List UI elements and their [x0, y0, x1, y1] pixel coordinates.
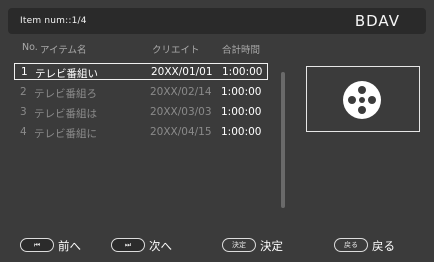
item-title: テレビ番組は — [34, 108, 97, 120]
item-count: Item num::1/4 — [20, 16, 87, 26]
list-item[interactable]: 4 テレビ番組に 20XX/04/15 1:00:00 — [14, 124, 268, 141]
back-key-icon: 戻る — [334, 238, 368, 252]
item-date: 20XX/01/01 — [151, 66, 213, 78]
item-date: 20XX/02/14 — [150, 86, 212, 98]
next-label: 次へ — [149, 239, 172, 253]
header-bar: Item num::1/4 BDAV — [8, 8, 426, 34]
screen: Item num::1/4 BDAV No. アイテム名 クリエイト 合計時間 … — [0, 0, 434, 262]
item-number: 3 — [20, 106, 27, 118]
mode-label: BDAV — [354, 12, 400, 30]
column-header-no: No. — [22, 42, 38, 53]
list-item[interactable]: 1 テレビ番組い 20XX/01/01 1:00:00 — [14, 63, 268, 80]
next-control[interactable]: ⏭ 次へ — [111, 237, 191, 253]
item-date: 20XX/03/03 — [150, 106, 212, 118]
column-header-duration: 合計時間 — [222, 45, 261, 56]
enter-label: 決定 — [260, 239, 283, 253]
item-duration: 1:00:00 — [221, 126, 262, 138]
film-reel-icon — [343, 81, 381, 119]
item-title: テレビ番組ろ — [34, 88, 97, 100]
column-header-created: クリエイト — [152, 45, 200, 56]
item-number: 1 — [21, 66, 28, 78]
scrollbar[interactable] — [281, 72, 285, 208]
skip-forward-key-icon: ⏭ — [111, 238, 145, 252]
item-number: 2 — [20, 86, 27, 98]
prev-control[interactable]: ⏮ 前へ — [20, 237, 100, 253]
item-duration: 1:00:00 — [221, 106, 262, 118]
item-title: テレビ番組に — [34, 128, 97, 140]
preview-thumbnail — [306, 66, 420, 132]
item-title: テレビ番組い — [35, 68, 98, 80]
prev-label: 前へ — [58, 239, 81, 253]
column-header-title: アイテム名 — [40, 45, 87, 56]
item-number: 4 — [20, 126, 27, 138]
list-item[interactable]: 2 テレビ番組ろ 20XX/02/14 1:00:00 — [14, 84, 268, 101]
back-control[interactable]: 戻る 戻る — [334, 237, 414, 253]
item-duration: 1:00:00 — [222, 66, 263, 78]
enter-control[interactable]: 決定 決定 — [222, 237, 302, 253]
item-date: 20XX/04/15 — [150, 126, 212, 138]
back-label: 戻る — [372, 239, 395, 253]
list-item[interactable]: 3 テレビ番組は 20XX/03/03 1:00:00 — [14, 104, 268, 121]
skip-back-key-icon: ⏮ — [20, 238, 54, 252]
enter-key-icon: 決定 — [222, 238, 256, 252]
item-duration: 1:00:00 — [221, 86, 262, 98]
